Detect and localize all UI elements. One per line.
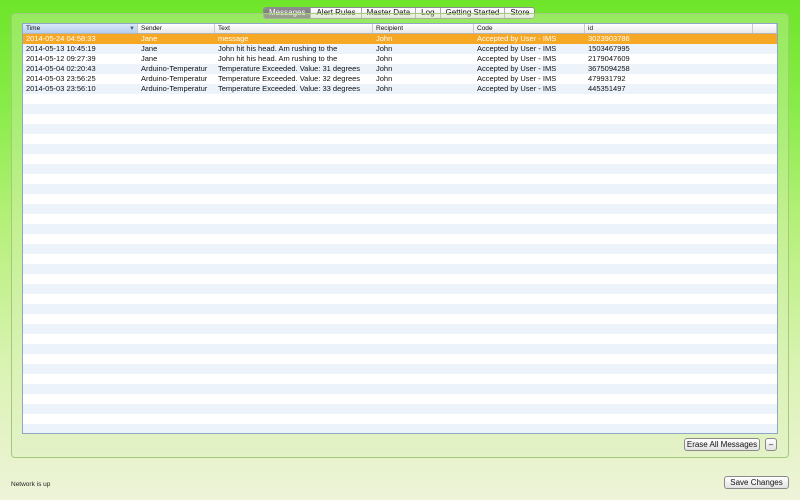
cell-code: Accepted by User - IMS xyxy=(477,54,557,63)
cell-id: 2179047609 xyxy=(588,54,630,63)
cell-text: John hit his head. Am rushing to the xyxy=(218,54,338,63)
network-status: Network is up xyxy=(11,481,51,488)
column-header-text[interactable]: Text xyxy=(215,24,373,33)
cell-code: Accepted by User - IMS xyxy=(477,34,557,43)
cell-code: Accepted by User - IMS xyxy=(477,74,557,83)
cell-filler xyxy=(753,84,777,94)
column-header-sender[interactable]: Sender xyxy=(138,24,215,33)
column-header-label: Time xyxy=(26,25,41,32)
messages-table[interactable]: Time ▼ Sender Text Recipient Code id 201… xyxy=(22,23,778,434)
save-changes-button[interactable]: Save Changes xyxy=(724,476,789,489)
cell-text: Temperature Exceeded. Value: 31 degrees xyxy=(218,64,361,73)
cell-text: John hit his head. Am rushing to the xyxy=(218,44,338,53)
cell-time: 2014-05-24 04:58:33 xyxy=(26,34,96,43)
cell-filler xyxy=(753,74,777,84)
table-row[interactable]: 2014-05-03 23:56:10 Arduino-Temperatur Tem… xyxy=(23,84,777,94)
cell-recipient: John xyxy=(376,84,393,93)
column-header-id[interactable]: id xyxy=(585,24,753,33)
cell-sender: Jane xyxy=(141,54,158,63)
cell-filler xyxy=(753,64,777,74)
cell-sender: Arduino-Temperatur xyxy=(141,84,208,93)
cell-recipient: John xyxy=(376,54,393,63)
cell-code: Accepted by User - IMS xyxy=(477,64,557,73)
cell-filler xyxy=(753,34,777,44)
cell-text: message xyxy=(218,34,249,43)
cell-filler xyxy=(753,44,777,54)
cell-id: 1503467995 xyxy=(588,44,630,53)
cell-recipient: John xyxy=(376,34,393,43)
cell-time: 2014-05-03 23:56:25 xyxy=(26,74,96,83)
table-row[interactable]: 2014-05-12 09:27:39 Jane John hit his head… xyxy=(23,54,777,64)
table-body: 2014-05-24 04:58:33 Jane message John Accept… xyxy=(23,34,777,94)
cell-time: 2014-05-13 10:45:19 xyxy=(26,44,96,53)
cell-sender: Arduino-Temperatur xyxy=(141,64,208,73)
table-row[interactable]: 2014-05-04 02:20:43 Arduino-Temperatur Tem… xyxy=(23,64,777,74)
table-row[interactable]: 2014-05-13 10:45:19 Jane John hit his head… xyxy=(23,44,777,54)
cell-time: 2014-05-04 02:20:43 xyxy=(26,64,96,73)
erase-all-messages-button[interactable]: Erase All Messages xyxy=(684,438,760,451)
remove-message-button[interactable]: – xyxy=(765,438,777,451)
cell-code: Accepted by User - IMS xyxy=(477,84,557,93)
cell-recipient: John xyxy=(376,74,393,83)
cell-sender: Jane xyxy=(141,34,158,43)
column-header-empty xyxy=(753,24,777,33)
cell-time: 2014-05-03 23:56:10 xyxy=(26,84,96,93)
column-header-time[interactable]: Time ▼ xyxy=(23,24,138,33)
cell-sender: Arduino-Temperatur xyxy=(141,74,208,83)
cell-text: Temperature Exceeded. Value: 33 degrees xyxy=(218,84,361,93)
column-header-code[interactable]: Code xyxy=(474,24,585,33)
cell-text: Temperature Exceeded. Value: 32 degrees xyxy=(218,74,361,83)
cell-recipient: John xyxy=(376,64,393,73)
table-row[interactable]: 2014-05-03 23:56:25 Arduino-Temperatur Tem… xyxy=(23,74,777,84)
cell-filler xyxy=(753,54,777,64)
cell-id: 445351497 xyxy=(588,84,626,93)
cell-id: 3675094258 xyxy=(588,64,630,73)
cell-id: 479931792 xyxy=(588,74,626,83)
sort-descending-icon: ▼ xyxy=(129,26,135,32)
cell-recipient: John xyxy=(376,44,393,53)
column-header-recipient[interactable]: Recipient xyxy=(373,24,474,33)
cell-time: 2014-05-12 09:27:39 xyxy=(26,54,96,63)
table-header: Time ▼ Sender Text Recipient Code id xyxy=(23,24,777,34)
cell-id: 3023903786 xyxy=(588,34,630,43)
cell-code: Accepted by User - IMS xyxy=(477,44,557,53)
cell-sender: Jane xyxy=(141,44,158,53)
table-row[interactable]: 2014-05-24 04:58:33 Jane message John Accept… xyxy=(23,34,777,44)
